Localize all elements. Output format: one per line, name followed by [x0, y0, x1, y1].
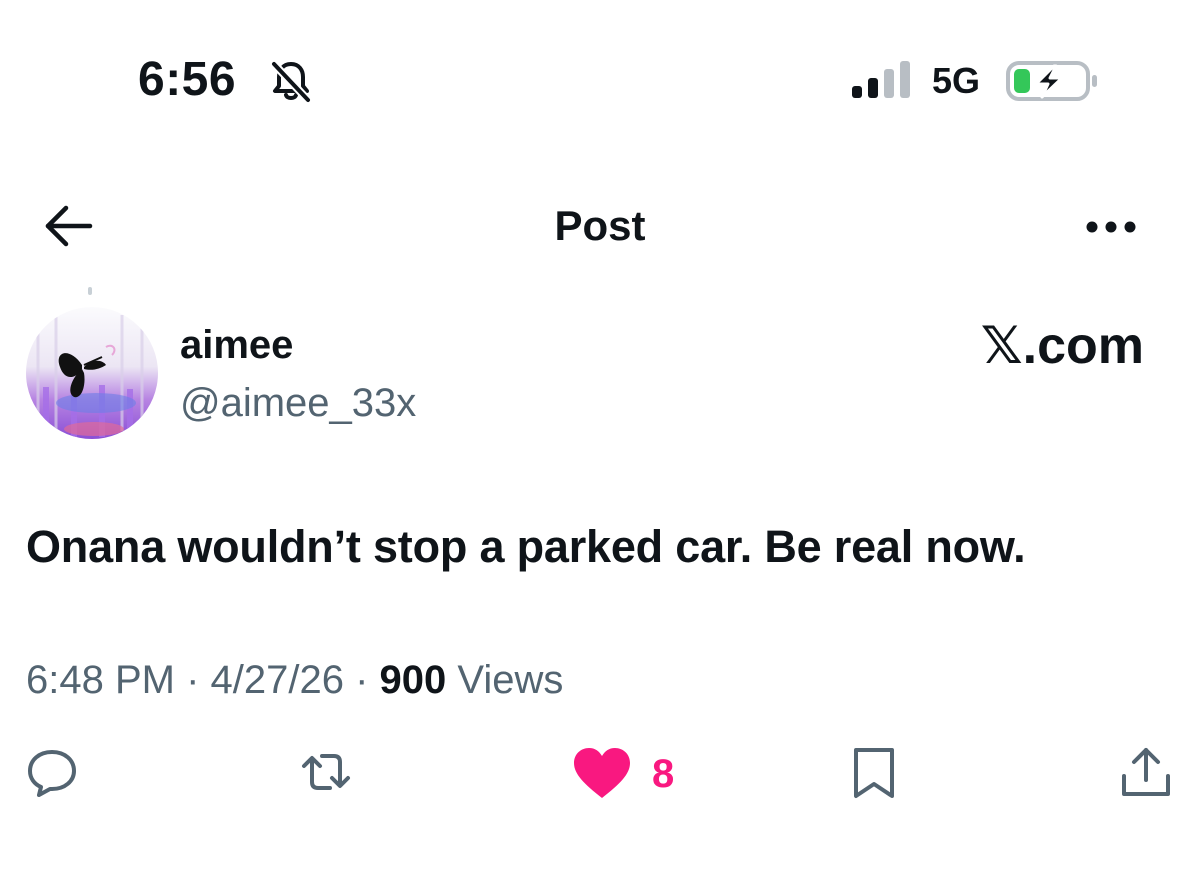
network-type: 5G	[932, 60, 981, 101]
reply-icon	[28, 750, 76, 797]
share-icon	[1122, 748, 1170, 796]
retweet-icon	[302, 754, 350, 790]
avatar[interactable]	[26, 307, 158, 439]
page-title: Post	[554, 202, 646, 249]
bookmark-icon	[854, 748, 894, 798]
share-button[interactable]	[1118, 744, 1174, 800]
retweet-button[interactable]	[298, 744, 354, 800]
separator: ·	[174, 658, 211, 702]
author-handle[interactable]: @aimee_33x	[180, 380, 416, 426]
ellipsis-icon	[1086, 221, 1136, 233]
thread-indicator	[88, 287, 92, 295]
post-time[interactable]: 6:48 PM	[26, 658, 175, 702]
post-date[interactable]: 4/27/26	[211, 658, 344, 702]
like-count[interactable]: 8	[652, 752, 674, 796]
reply-button[interactable]	[24, 744, 80, 800]
status-time: 6:56	[138, 53, 237, 106]
post-text: Onana wouldn’t stop a parked car. Be rea…	[26, 521, 1026, 572]
separator: ·	[343, 658, 380, 702]
battery-charging-icon	[1006, 60, 1098, 102]
x-com-watermark: 𝕏.com	[980, 317, 1144, 375]
author-display-name[interactable]: aimee	[180, 322, 293, 368]
bookmark-button[interactable]	[846, 744, 902, 800]
butterfly-avatar-image	[26, 307, 158, 439]
more-options-button[interactable]	[1082, 212, 1140, 242]
bell-slash-icon	[268, 58, 314, 104]
like-button[interactable]	[572, 746, 632, 800]
cellular-signal-icon	[850, 60, 912, 100]
heart-filled-icon	[574, 748, 630, 798]
views-label: Views	[457, 658, 564, 702]
views-count: 900	[379, 658, 447, 702]
post-metadata: 6:48 PM · 4/27/26 · 900 Views	[26, 656, 563, 704]
